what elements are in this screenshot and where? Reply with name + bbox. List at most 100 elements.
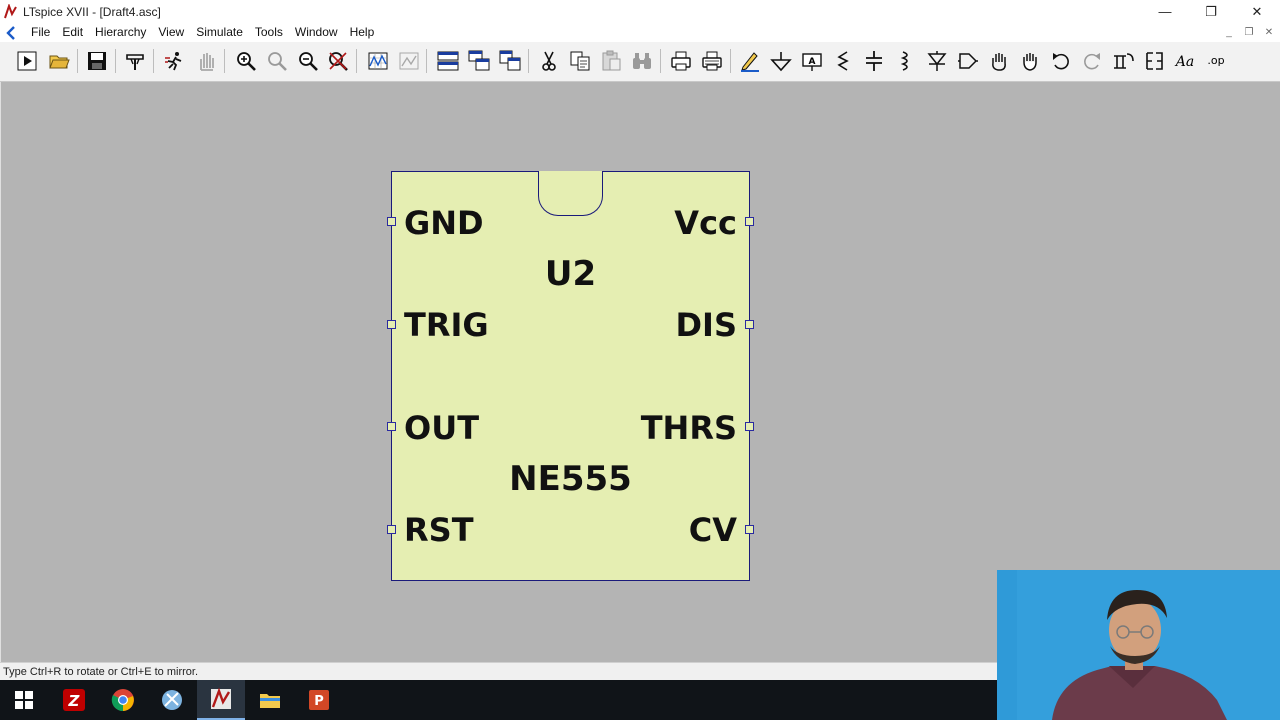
ne555-component[interactable]: GND TRIG OUT RST Vcc DIS THRS CV U2 NE55…	[391, 171, 750, 581]
binoculars-icon	[633, 53, 651, 69]
ground-button[interactable]	[768, 48, 794, 74]
tile-horizontal-button[interactable]	[435, 48, 461, 74]
pin-label-vcc: Vcc	[674, 204, 737, 242]
pan-button[interactable]	[193, 48, 219, 74]
net-label-icon: A	[802, 53, 822, 71]
start-button[interactable]	[0, 680, 48, 720]
run-button[interactable]	[14, 48, 40, 74]
wire-button[interactable]	[737, 48, 763, 74]
waveform-button[interactable]	[365, 48, 391, 74]
zoom-full-button[interactable]	[264, 48, 290, 74]
undo-button[interactable]	[1048, 48, 1074, 74]
menu-simulate[interactable]: Simulate	[190, 23, 249, 42]
zoom-out-icon	[299, 52, 318, 71]
inductor-button[interactable]	[892, 48, 918, 74]
open-button[interactable]	[46, 48, 72, 74]
window-title: LTspice XVII - [Draft4.asc]	[23, 4, 161, 19]
component-button[interactable]	[955, 48, 981, 74]
inductor-icon	[900, 51, 908, 71]
hand-drag-icon	[1023, 53, 1037, 71]
document-icon[interactable]	[3, 25, 19, 41]
document-window-controls: _ ❐ ✕	[1222, 23, 1276, 42]
doc-minimize-button[interactable]: _	[1222, 27, 1236, 38]
menu-view[interactable]: View	[152, 23, 190, 42]
scissors-icon	[542, 51, 556, 71]
restore-button[interactable]: ❐	[1188, 0, 1234, 23]
tile-horizontal-icon	[437, 51, 459, 71]
paste-button[interactable]	[598, 48, 624, 74]
resistor-button[interactable]	[830, 48, 856, 74]
autorange-icon	[399, 52, 419, 70]
taskbar-file-explorer[interactable]	[246, 680, 294, 720]
taskbar-powerpoint[interactable]: P	[295, 680, 343, 720]
pin-handle-out[interactable]	[387, 422, 396, 431]
menu-bar: File Edit Hierarchy View Simulate Tools …	[0, 23, 1280, 42]
drag-button[interactable]	[1017, 48, 1043, 74]
pin-label-gnd: GND	[404, 204, 484, 242]
taskbar-chrome[interactable]	[99, 680, 147, 720]
diode-icon	[927, 51, 947, 71]
zoom-cancel-button[interactable]	[325, 48, 351, 74]
tile-vertical-button[interactable]	[497, 48, 523, 74]
doc-restore-button[interactable]: ❐	[1242, 27, 1256, 38]
menu-hierarchy[interactable]: Hierarchy	[89, 23, 152, 42]
print-button[interactable]	[668, 48, 694, 74]
menu-edit[interactable]: Edit	[56, 23, 89, 42]
redo-icon	[1084, 53, 1100, 70]
menu-tools[interactable]: Tools	[249, 23, 289, 42]
mirror-button[interactable]	[1141, 48, 1167, 74]
svg-text:A: A	[809, 57, 816, 67]
label-net-button[interactable]: A	[799, 48, 825, 74]
pin-handle-dis[interactable]	[745, 320, 754, 329]
part-name: NE555	[509, 459, 632, 499]
zoom-fit-icon	[268, 52, 287, 71]
rotate-button[interactable]	[1110, 48, 1136, 74]
pin-handle-vcc[interactable]	[745, 217, 754, 226]
pin-label-cv: CV	[688, 511, 737, 549]
redo-button[interactable]	[1079, 48, 1105, 74]
control-panel-button[interactable]	[122, 48, 148, 74]
hand-move-icon	[992, 53, 1006, 71]
taskbar-ltspice[interactable]	[197, 680, 245, 720]
doc-close-button[interactable]: ✕	[1262, 27, 1276, 38]
text-button[interactable]: Aa	[1172, 48, 1198, 74]
tile-vertical-icon	[499, 50, 521, 71]
rotate-icon	[1114, 53, 1134, 69]
zoom-in-button[interactable]	[233, 48, 259, 74]
pin-handle-cv[interactable]	[745, 525, 754, 534]
pin-handle-trig[interactable]	[387, 320, 396, 329]
cascade-button[interactable]	[466, 48, 492, 74]
menu-window[interactable]: Window	[289, 23, 344, 42]
zoom-out-button[interactable]	[295, 48, 321, 74]
pin-handle-thrs[interactable]	[745, 422, 754, 431]
copy-icon	[570, 51, 590, 71]
cut-button[interactable]	[536, 48, 562, 74]
diode-button[interactable]	[924, 48, 950, 74]
taskbar-filezilla[interactable]: Z	[50, 680, 98, 720]
find-button[interactable]	[629, 48, 655, 74]
close-button[interactable]: ✕	[1234, 0, 1280, 23]
menu-file[interactable]: File	[25, 23, 56, 42]
pin-handle-gnd[interactable]	[387, 217, 396, 226]
hammer-icon	[126, 54, 144, 70]
ltspice-icon	[211, 687, 231, 709]
menu-help[interactable]: Help	[344, 23, 381, 42]
copy-button[interactable]	[567, 48, 593, 74]
spice-directive-button[interactable]: .op	[1203, 48, 1229, 74]
halt-button[interactable]	[161, 48, 187, 74]
autorange-button[interactable]	[396, 48, 422, 74]
pin-handle-rst[interactable]	[387, 525, 396, 534]
folder-open-icon	[49, 55, 70, 69]
pencil-icon	[741, 52, 759, 72]
title-bar: LTspice XVII - [Draft4.asc] — ❐ ✕	[0, 0, 1280, 23]
move-button[interactable]	[986, 48, 1012, 74]
svg-text:Z: Z	[68, 692, 81, 710]
save-button[interactable]	[84, 48, 110, 74]
print-setup-button[interactable]	[699, 48, 725, 74]
windows-logo-icon	[15, 691, 33, 709]
spice-directive-icon: .op	[1207, 54, 1224, 67]
taskbar-snipping-tool[interactable]	[148, 680, 196, 720]
webcam-overlay	[997, 570, 1280, 720]
capacitor-button[interactable]	[861, 48, 887, 74]
minimize-button[interactable]: —	[1142, 0, 1188, 23]
